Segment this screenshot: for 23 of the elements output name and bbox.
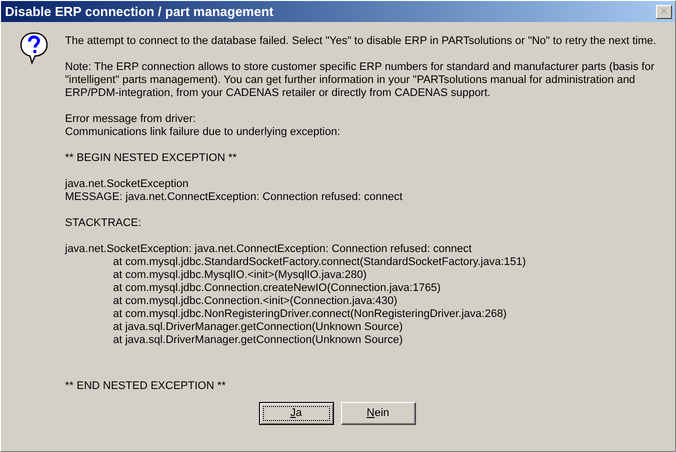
- message-line: ERP/PDM-integration, from your CADENAS retailer or directly from CADENAS support.: [65, 87, 492, 100]
- message-line: java.net.SocketException: [65, 178, 190, 192]
- window-title: Disable ERP connection / part management: [5, 2, 274, 21]
- message-line: Note: The ERP connection allows to store customer specific ERP numbers for standard and manufacturer parts (basis for: [65, 61, 656, 74]
- message-line: at com.mysql.jdbc.Connection.<init>(Connection.java:430): [112, 295, 398, 308]
- message-line: at com.mysql.jdbc.StandardSocketFactory.connect(StandardSocketFactory.java:151): [112, 256, 527, 270]
- question-icon: [19, 31, 49, 66]
- message-line: ** BEGIN NESTED EXCEPTION **: [65, 152, 238, 166]
- message-line: STACKTRACE:: [65, 217, 142, 230]
- message-line: java.net.SocketException: java.net.ConnectException: Connection refused: connect: [65, 243, 473, 256]
- message-line: at com.mysql.jdbc.NonRegisteringDriver.connect(NonRegisteringDriver.java:268): [112, 308, 508, 322]
- message-line: "intelligent" parts management). You can get further information in your "PARTsolutions manual for administration and: [65, 74, 636, 88]
- message-line: Error message from driver:: [65, 113, 197, 126]
- message-line: ** END NESTED EXCEPTION **: [65, 380, 227, 394]
- message-line: at com.mysql.jdbc.Connection.createNewIO(Connection.java:1765): [112, 282, 442, 296]
- dialog-button[interactable]: Nein: [340, 402, 416, 426]
- message-line: at java.sql.DriverManager.getConnection(Unknown Source): [112, 334, 404, 348]
- dialog-button[interactable]: Ja: [258, 402, 334, 426]
- message-line: at com.mysql.jdbc.MysqlIO.<init>(MysqlIO.java:280): [112, 269, 368, 282]
- message-line: MESSAGE: java.net.ConnectException: Connection refused: connect: [65, 191, 404, 204]
- message-line: at java.sql.DriverManager.getConnection(Unknown Source): [112, 321, 404, 334]
- message-line: The attempt to connect to the database failed. Select "Yes" to disable ERP in PARTsolutions or "No" to retry the next time.: [65, 35, 656, 48]
- message-line: Communications link failure due to underlying exception:: [65, 126, 342, 140]
